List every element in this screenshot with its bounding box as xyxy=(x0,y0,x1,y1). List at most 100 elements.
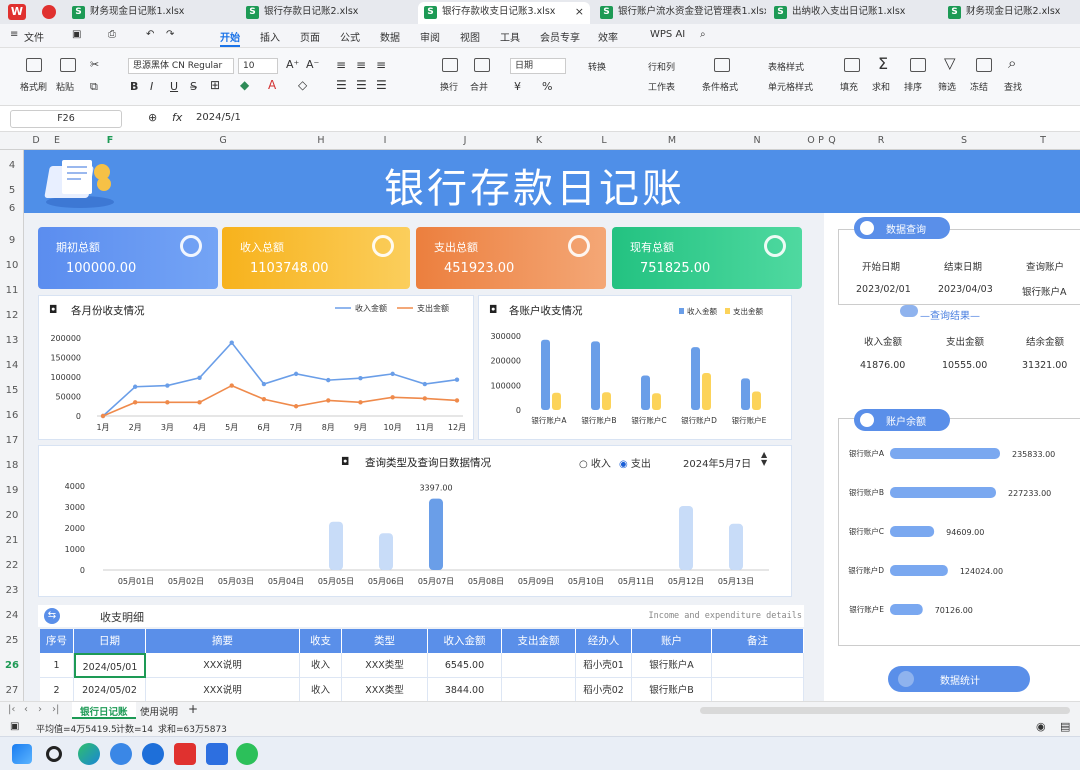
find-icon[interactable]: ⌕ xyxy=(1008,54,1016,72)
account-value[interactable]: 银行账户A xyxy=(1022,284,1067,298)
currency-icon[interactable]: ¥ xyxy=(514,80,521,93)
row-header[interactable]: 17 xyxy=(0,435,24,446)
row-header[interactable]: 22 xyxy=(0,560,24,571)
fill-icon[interactable] xyxy=(844,58,860,72)
align-bottom-icon[interactable]: ≡ xyxy=(376,58,386,72)
app-icon[interactable] xyxy=(206,743,228,765)
font-size-select[interactable]: 10 xyxy=(238,58,278,74)
fx-icon[interactable]: fx xyxy=(172,111,182,124)
border-icon[interactable]: ⊞ xyxy=(210,78,220,92)
column-header[interactable]: G xyxy=(146,135,300,146)
conditional-format-button[interactable]: 条件格式 xyxy=(702,80,738,93)
edge-browser-icon[interactable] xyxy=(78,743,100,765)
add-sheet-icon[interactable]: + xyxy=(188,702,198,716)
print-icon[interactable]: ⎙ xyxy=(108,29,116,40)
row-header[interactable]: 27 xyxy=(0,685,24,696)
menu-tools[interactable]: 工具 xyxy=(500,29,520,44)
row-header[interactable]: 21 xyxy=(0,535,24,546)
column-header[interactable]: P xyxy=(816,135,826,146)
row-header[interactable]: 24 xyxy=(0,610,24,621)
search-icon[interactable]: ⌕ xyxy=(700,29,706,40)
row-header[interactable]: 19 xyxy=(0,485,24,496)
number-format-select[interactable]: 日期 xyxy=(510,58,566,74)
column-header[interactable]: E xyxy=(50,135,64,146)
filter-button[interactable]: 筛选 xyxy=(938,80,956,93)
next-sheet-icon[interactable]: › xyxy=(38,704,42,715)
menu-review[interactable]: 审阅 xyxy=(420,29,440,44)
network-icon[interactable] xyxy=(110,743,132,765)
row-header[interactable]: 16 xyxy=(0,410,24,421)
italic-button[interactable]: I xyxy=(150,80,153,93)
wps-ai-button[interactable]: WPS AI xyxy=(650,29,685,40)
rows-cols-button[interactable]: 行和列 xyxy=(648,60,675,73)
formula-input[interactable]: 2024/5/1 xyxy=(196,112,241,123)
table-cell[interactable]: XXX说明 xyxy=(146,678,300,701)
table-cell[interactable]: 稻小壳01 xyxy=(576,653,632,678)
align-right-icon[interactable]: ☰ xyxy=(376,78,387,92)
browser-icon[interactable] xyxy=(142,743,164,765)
table-cell[interactable]: 收入 xyxy=(300,653,342,678)
close-icon[interactable]: × xyxy=(575,2,584,22)
menu-view[interactable]: 视图 xyxy=(460,29,480,44)
horizontal-scrollbar[interactable] xyxy=(700,707,1070,714)
wps-office-icon[interactable] xyxy=(174,743,196,765)
windows-start-icon[interactable] xyxy=(12,744,32,764)
table-cell[interactable] xyxy=(502,678,576,701)
column-header[interactable]: N xyxy=(712,135,802,146)
menu-data[interactable]: 数据 xyxy=(380,29,400,44)
table-cell[interactable] xyxy=(502,653,576,678)
row-header[interactable]: 20 xyxy=(0,510,24,521)
percent-icon[interactable]: % xyxy=(542,80,552,93)
row-header[interactable]: 14 xyxy=(0,360,24,371)
table-cell[interactable]: XXX说明 xyxy=(146,653,300,678)
fill-color-icon[interactable]: ◆ xyxy=(240,78,249,92)
merge-cells-icon[interactable] xyxy=(474,58,490,72)
column-header[interactable]: R xyxy=(840,135,922,146)
data-stats-button[interactable]: 数据统计 xyxy=(888,666,1030,692)
table-cell[interactable]: 6545.00 xyxy=(428,653,502,678)
font-name-select[interactable]: 思源黑体 CN Regular xyxy=(128,58,234,74)
row-header[interactable]: 15 xyxy=(0,385,24,396)
menu-formula[interactable]: 公式 xyxy=(340,29,360,44)
menu-efficiency[interactable]: 效率 xyxy=(598,29,618,44)
fill-button[interactable]: 填充 xyxy=(840,80,858,93)
file-tab[interactable]: S 银行存款日记账2.xlsx xyxy=(240,2,412,24)
wps-pdf-icon[interactable] xyxy=(42,5,56,19)
row-header[interactable]: 4 xyxy=(0,160,24,171)
column-header[interactable]: O xyxy=(806,135,816,146)
merge-cells-button[interactable]: 合并 xyxy=(470,80,488,93)
undo-icon[interactable]: ↶ xyxy=(146,29,154,40)
menu-file[interactable]: 文件 xyxy=(24,29,44,44)
table-cell[interactable]: 2024/05/01 xyxy=(74,653,146,678)
file-tab-active[interactable]: S 银行存款收支日记账3.xlsx × xyxy=(418,2,590,24)
table-style-button[interactable]: 表格样式 xyxy=(768,60,804,73)
redo-icon[interactable]: ↷ xyxy=(166,29,174,40)
zoom-icon[interactable]: ⊕ xyxy=(148,111,157,124)
font-shrink-icon[interactable]: A⁻ xyxy=(306,58,319,71)
row-header[interactable]: 23 xyxy=(0,585,24,596)
row-header[interactable]: 6 xyxy=(0,203,24,214)
save-icon[interactable]: ▣ xyxy=(72,29,81,40)
wrap-text-icon[interactable] xyxy=(442,58,458,72)
table-cell[interactable]: 银行账户B xyxy=(632,678,712,701)
table-cell[interactable]: 2024/05/02 xyxy=(74,678,146,701)
eye-icon[interactable]: ◉ xyxy=(1036,720,1046,733)
paste-button[interactable]: 粘贴 xyxy=(56,80,74,93)
table-cell[interactable]: 银行账户A xyxy=(632,653,712,678)
column-header[interactable]: J xyxy=(428,135,502,146)
table-cell[interactable]: 2 xyxy=(40,678,74,701)
conditional-format-icon[interactable] xyxy=(714,58,730,72)
start-date-value[interactable]: 2023/02/01 xyxy=(856,284,911,295)
row-header[interactable]: 12 xyxy=(0,310,24,321)
file-tab[interactable]: S 财务现金日记账1.xlsx xyxy=(66,2,238,24)
align-top-icon[interactable]: ≡ xyxy=(336,58,346,72)
name-box[interactable]: F26 xyxy=(10,110,122,128)
prev-sheet-icon[interactable]: ‹ xyxy=(24,704,28,715)
table-cell[interactable]: 1 xyxy=(40,653,74,678)
table-cell[interactable]: XXX类型 xyxy=(342,653,428,678)
table-cell[interactable]: XXX类型 xyxy=(342,678,428,701)
wps-logo-icon[interactable]: W xyxy=(8,4,26,20)
column-header[interactable]: S xyxy=(922,135,1006,146)
convert-button[interactable]: 转换 xyxy=(588,60,606,73)
sort-icon[interactable] xyxy=(910,58,926,72)
